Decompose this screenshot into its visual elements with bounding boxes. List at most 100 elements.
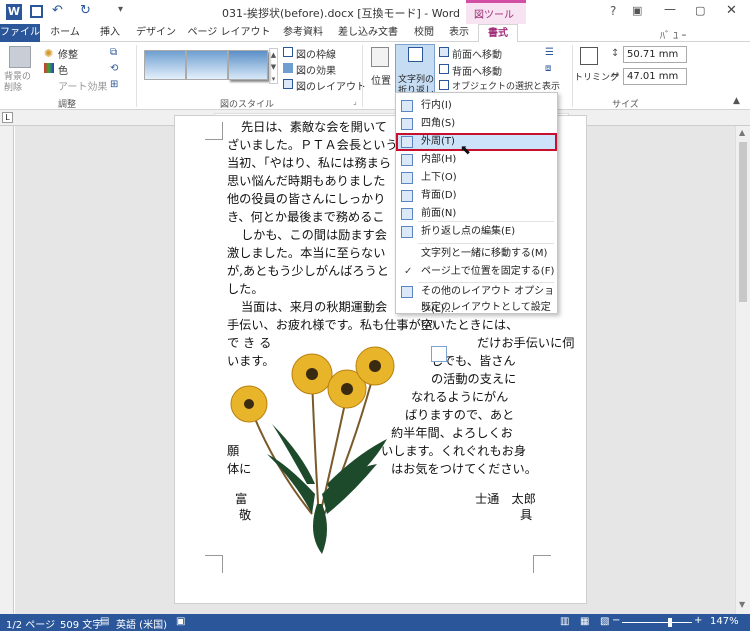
language[interactable]: 英語 (米国)	[116, 616, 167, 631]
tab-view[interactable]: 表示	[444, 24, 474, 42]
document-line[interactable]: 他の役員の皆さんにしっかり	[227, 191, 385, 207]
signature-suffix[interactable]: 具	[520, 507, 532, 523]
wrap-text-button[interactable]: 文字列の 折り返し	[395, 44, 435, 96]
document-line[interactable]: しかも、この間は励ます会	[241, 227, 387, 243]
picture-style-2[interactable]	[186, 50, 228, 80]
tab-file[interactable]: ファイル	[0, 24, 40, 42]
wrap-option-3[interactable]: 内部(H)	[396, 151, 557, 169]
signature-name[interactable]: 士通 太郎	[475, 491, 536, 507]
document-line[interactable]: が,あともう少しがんばろうと	[227, 263, 389, 279]
wrap-option-label: 上下(O)	[421, 172, 457, 183]
macro-icon[interactable]: ▣	[176, 616, 185, 627]
tab-references[interactable]: 参考資料	[279, 24, 327, 42]
tab-insert[interactable]: 挿入	[92, 24, 128, 42]
tab-home[interactable]: ホーム	[45, 24, 85, 42]
document-line-right[interactable]: 約半年間、よろしくお	[391, 425, 513, 441]
save-icon[interactable]	[30, 5, 43, 18]
document-line[interactable]: 当初、「やはり、私には務まら	[227, 155, 391, 171]
tab-page-layout[interactable]: ページ レイアウト	[185, 24, 273, 42]
page-count[interactable]: 1/2 ページ	[6, 616, 55, 631]
fix-position-item[interactable]: ✓ ページ上で位置を固定する(F)	[396, 263, 557, 281]
zoom-slider-thumb[interactable]	[668, 618, 672, 627]
group-icon[interactable]: ⧈	[545, 63, 551, 74]
help-icon[interactable]: ?	[610, 4, 616, 18]
document-line[interactable]: ざいました。ＰＴＡ会長という	[227, 137, 398, 153]
layout-options-icon[interactable]	[431, 346, 447, 362]
document-line[interactable]: 先日は、素敵な会を開いて	[241, 119, 387, 135]
document-line-right[interactable]: なれるようにがん	[411, 389, 508, 405]
align-icon[interactable]: ☰	[545, 47, 554, 58]
scroll-down-icon[interactable]: ▼	[739, 600, 745, 609]
wrap-option-1[interactable]: 四角(S)	[396, 115, 557, 133]
tab-review[interactable]: 校閲	[408, 24, 440, 42]
document-line-right[interactable]: の活動の支えに	[431, 371, 516, 387]
wrap-option-5[interactable]: 背面(D)	[396, 187, 557, 205]
edit-points-icon	[401, 226, 413, 238]
styles-gallery-scroll[interactable]: ▲ ▼ ▾	[269, 48, 278, 84]
picture-style-3[interactable]	[228, 50, 268, 80]
tab-format[interactable]: 書式	[478, 24, 518, 42]
document-line-right[interactable]: だけお手伝いに伺	[477, 335, 575, 351]
scroll-thumb[interactable]	[739, 142, 747, 302]
move-with-text-item[interactable]: 文字列と一緒に移動する(M)	[396, 245, 557, 263]
wrap-option-4[interactable]: 上下(O)	[396, 169, 557, 187]
selection-pane-button[interactable]: オブジェクトの選択と表示	[452, 79, 560, 92]
close-icon[interactable]: ✕	[726, 3, 737, 18]
tab-design[interactable]: デザイン	[134, 24, 178, 42]
tab-selector-icon[interactable]: L	[2, 112, 13, 123]
sunflower-image[interactable]	[227, 344, 397, 554]
document-line[interactable]: 思い悩んだ時期もありました	[227, 173, 385, 189]
zoom-level[interactable]: 147%	[710, 616, 739, 627]
maximize-icon[interactable]: ▢	[695, 4, 705, 17]
collapse-ribbon-icon[interactable]: ▲	[733, 96, 740, 106]
vertical-scrollbar[interactable]: ▲ ▼	[735, 126, 750, 614]
reset-picture-icon[interactable]: ⊞	[110, 79, 118, 90]
height-input[interactable]: 50.71 mm	[623, 46, 687, 63]
web-layout-icon[interactable]: ▧	[600, 616, 609, 627]
undo-icon[interactable]: ↶	[52, 3, 63, 18]
set-default-layout-item[interactable]: 既定のレイアウトとして設定(A)	[396, 299, 557, 331]
artistic-effects-button[interactable]: アート効果	[58, 78, 107, 93]
user-name[interactable]: ﾊﾞ ﾕ ｰ	[660, 27, 686, 42]
zoom-in-icon[interactable]: +	[694, 615, 702, 626]
change-picture-icon[interactable]: ⟲	[110, 63, 118, 74]
word-count[interactable]: 509 文字	[60, 616, 102, 631]
picture-border-button[interactable]: 図の枠線	[296, 46, 336, 61]
corrections-button[interactable]: 修整	[58, 46, 78, 61]
document-line-right[interactable]: ばりますので、あと	[405, 407, 514, 423]
styles-dialog-launcher-icon[interactable]: ⌟	[353, 97, 357, 106]
scroll-up-icon[interactable]: ▲	[739, 128, 745, 137]
document-line[interactable]: 激しました。本当に至らない	[227, 245, 385, 261]
print-layout-icon[interactable]: ▦	[580, 616, 589, 627]
document-line[interactable]: き、何とか最後まで務めるこ	[227, 209, 385, 225]
read-mode-icon[interactable]: ▥	[560, 616, 569, 627]
remove-background-icon[interactable]	[9, 46, 31, 68]
picture-effects-button[interactable]: 図の効果	[296, 62, 336, 77]
compress-icon[interactable]: ⧉	[110, 47, 117, 58]
bring-forward-button[interactable]: 前面へ移動	[452, 46, 502, 61]
width-input[interactable]: 47.01 mm	[623, 68, 687, 85]
send-backward-button[interactable]: 背面へ移動	[452, 63, 502, 78]
minimize-icon[interactable]: —	[664, 2, 676, 16]
position-button[interactable]: 位置	[371, 72, 391, 87]
remove-background-button[interactable]: 背景の削除	[4, 72, 36, 94]
document-line-right[interactable]: いします。くれぐれもお身	[381, 443, 526, 459]
document-line-right[interactable]: はお気をつけてください。	[391, 461, 537, 477]
tab-mailings[interactable]: 差し込み文書	[333, 24, 403, 42]
edit-wrap-points-item[interactable]: 折り返し点の編集(E)	[396, 223, 557, 241]
picture-layout-button[interactable]: 図のレイアウト	[296, 78, 366, 93]
wrap-option-0[interactable]: 行内(I)	[396, 97, 557, 115]
document-line[interactable]: した。	[227, 281, 264, 297]
document-line[interactable]: 当面は、来月の秋期運動会	[241, 299, 387, 315]
picture-style-1[interactable]	[144, 50, 186, 80]
customize-qat-icon[interactable]: ▾	[118, 4, 123, 15]
proofing-icon[interactable]: ▤	[100, 616, 109, 627]
color-button[interactable]: 色	[58, 62, 68, 77]
zoom-slider[interactable]	[622, 622, 692, 623]
redo-icon[interactable]: ↻	[80, 3, 91, 18]
wrap-option-label: 背面(D)	[421, 190, 457, 201]
wrap-option-2[interactable]: 外周(T)	[396, 133, 557, 151]
vertical-ruler[interactable]	[0, 126, 14, 614]
zoom-out-icon[interactable]: −	[612, 615, 620, 626]
ribbon-options-icon[interactable]: ▣	[632, 4, 642, 17]
